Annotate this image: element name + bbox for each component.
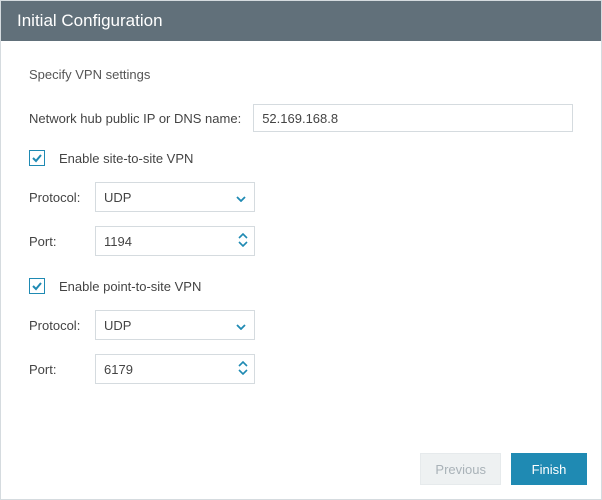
s2s-protocol-row: Protocol: UDP [29,182,573,212]
chevron-up-icon[interactable] [238,233,248,241]
ip-label: Network hub public IP or DNS name: [29,111,241,126]
p2s-port-label: Port: [29,362,95,377]
s2s-port-label: Port: [29,234,95,249]
s2s-protocol-label: Protocol: [29,190,95,205]
ip-row: Network hub public IP or DNS name: [29,104,573,132]
section-subtitle: Specify VPN settings [29,67,573,82]
s2s-port-stepper[interactable]: 1194 [95,226,255,256]
site-to-site-label: Enable site-to-site VPN [59,151,193,166]
dialog-body: Specify VPN settings Network hub public … [1,41,601,384]
p2s-port-row: Port: 6179 [29,354,573,384]
chevron-up-icon[interactable] [238,361,248,369]
check-icon [31,280,43,292]
s2s-port-spin-buttons [232,227,254,255]
s2s-port-value: 1194 [96,227,232,255]
page-title: Initial Configuration [17,11,163,30]
footer: Previous Finish [420,453,587,485]
finish-button[interactable]: Finish [511,453,587,485]
s2s-protocol-select[interactable]: UDP [95,182,255,212]
p2s-port-stepper[interactable]: 6179 [95,354,255,384]
p2s-protocol-value: UDP [104,318,131,333]
point-to-site-checkbox[interactable] [29,278,45,294]
p2s-protocol-row: Protocol: UDP [29,310,573,340]
chevron-down-icon [236,318,246,333]
site-to-site-checkbox-row: Enable site-to-site VPN [29,150,573,166]
point-to-site-label: Enable point-to-site VPN [59,279,201,294]
titlebar: Initial Configuration [1,1,601,41]
p2s-port-spin-buttons [232,355,254,383]
p2s-protocol-label: Protocol: [29,318,95,333]
dialog: Initial Configuration Specify VPN settin… [0,0,602,500]
site-to-site-checkbox[interactable] [29,150,45,166]
s2s-protocol-value: UDP [104,190,131,205]
chevron-down-icon[interactable] [238,369,248,377]
chevron-down-icon[interactable] [238,241,248,249]
p2s-protocol-select[interactable]: UDP [95,310,255,340]
s2s-port-row: Port: 1194 [29,226,573,256]
ip-input[interactable] [253,104,573,132]
chevron-down-icon [236,190,246,205]
previous-button[interactable]: Previous [420,453,501,485]
p2s-port-value: 6179 [96,355,232,383]
point-to-site-checkbox-row: Enable point-to-site VPN [29,278,573,294]
check-icon [31,152,43,164]
